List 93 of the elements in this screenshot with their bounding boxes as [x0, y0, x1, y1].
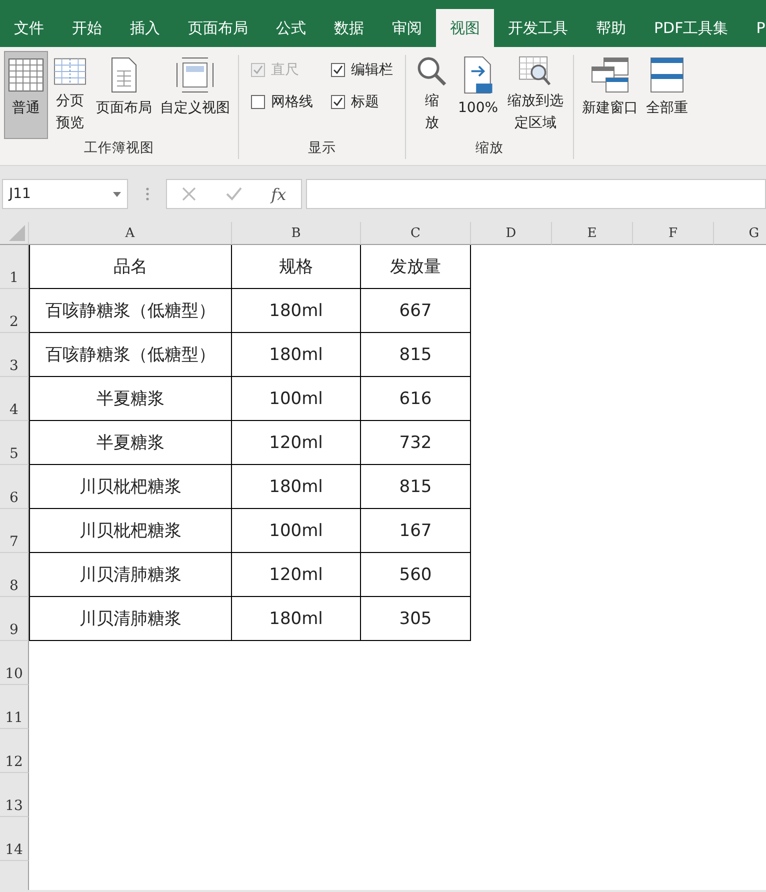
row-header[interactable]: 1 [0, 245, 29, 289]
row-header[interactable]: 13 [0, 773, 29, 817]
group-label: 缩放 [474, 139, 504, 158]
check-mark-icon [252, 64, 264, 76]
row-header[interactable]: 5 [0, 421, 29, 465]
formula-input[interactable] [306, 179, 766, 209]
ribbon-tab[interactable]: 页面布局 [174, 9, 262, 47]
ribbon-button[interactable]: 自定义视图 [156, 51, 234, 139]
arrange-windows-icon [650, 56, 684, 94]
table-cell: 半夏糖浆 [29, 377, 232, 421]
column-header[interactable]: A [29, 222, 232, 245]
table-cell: 100ml [232, 377, 361, 421]
table-cell: 品名 [29, 245, 232, 289]
table-cell: 半夏糖浆 [29, 421, 232, 465]
column-header[interactable]: E [552, 222, 633, 245]
checkbox[interactable]: 标题 [331, 93, 393, 111]
checkbox[interactable]: 编辑栏 [331, 61, 393, 79]
column-header[interactable]: C [361, 222, 471, 245]
ribbon-tab[interactable]: 公式 [262, 9, 320, 47]
group-label: 工作簿视图 [83, 139, 155, 158]
table-cell: 180ml [232, 333, 361, 377]
table-cell: 发放量 [361, 245, 471, 289]
table-cell: 百咳静糖浆（低糖型） [29, 289, 232, 333]
ribbon-tab[interactable]: 帮助 [582, 9, 640, 47]
ribbon-button[interactable]: 缩放 [410, 51, 454, 139]
select-all-icon[interactable] [9, 225, 25, 241]
check-mark-icon [332, 64, 344, 76]
check-icon[interactable] [226, 187, 242, 201]
ribbon-tab[interactable]: PDF工具集 [640, 9, 742, 47]
row-header[interactable]: 9 [0, 597, 29, 641]
ribbon-tab[interactable]: 视图 [436, 9, 494, 47]
new-window-icon [590, 56, 629, 94]
ribbon-button[interactable]: 全部重 [642, 51, 692, 139]
table-cell: 305 [361, 597, 471, 641]
ribbon-button[interactable]: 分页预览 [48, 51, 92, 139]
column-header[interactable]: F [633, 222, 714, 245]
column-header[interactable]: G [714, 222, 766, 245]
ribbon-tab[interactable]: 开始 [58, 9, 116, 47]
drag-handle-icon[interactable] [146, 187, 148, 201]
ribbon-tab[interactable]: 文件 [0, 9, 58, 47]
table-cell: 667 [361, 289, 471, 333]
row-header[interactable]: 3 [0, 333, 29, 377]
column-header[interactable]: B [232, 222, 361, 245]
table-cell: 180ml [232, 289, 361, 333]
table-cell: 180ml [232, 465, 361, 509]
cancel-icon[interactable] [182, 187, 196, 201]
row-header[interactable]: 8 [0, 553, 29, 597]
ribbon-tab[interactable]: 开发工具 [494, 9, 582, 47]
ribbon-button[interactable]: 新建窗口 [578, 51, 642, 139]
ribbon-tab[interactable]: 数据 [320, 9, 378, 47]
dropdown-caret-icon [113, 192, 121, 196]
table-cell: 815 [361, 333, 471, 377]
zoom-100-icon [461, 56, 496, 94]
table-cell: 616 [361, 377, 471, 421]
row-header[interactable]: 14 [0, 817, 29, 861]
table-cell: 560 [361, 553, 471, 597]
table-cell: 100ml [232, 509, 361, 553]
ribbon-tab[interactable]: 审阅 [378, 9, 436, 47]
name-box[interactable]: J11 [2, 179, 128, 209]
table-cell: 732 [361, 421, 471, 465]
table-cell: 规格 [232, 245, 361, 289]
table-cell: 川贝清肺糖浆 [29, 597, 232, 641]
row-header[interactable]: 4 [0, 377, 29, 421]
table-cell: 川贝枇杷糖浆 [29, 509, 232, 553]
table-cell: 川贝清肺糖浆 [29, 553, 232, 597]
table-cell: 120ml [232, 421, 361, 465]
custom-view-icon [176, 56, 214, 94]
table-cell: 120ml [232, 553, 361, 597]
ribbon-button[interactable]: 普通 [4, 51, 48, 139]
row-header[interactable]: 7 [0, 509, 29, 553]
table-cell: 180ml [232, 597, 361, 641]
ribbon-tab[interactable]: 插入 [116, 9, 174, 47]
ribbon-button[interactable]: 100% [454, 51, 502, 139]
table-cell: 815 [361, 465, 471, 509]
row-header[interactable]: 11 [0, 685, 29, 729]
grid-icon [8, 56, 44, 94]
checkbox[interactable]: 网格线 [251, 93, 313, 111]
row-header[interactable]: 12 [0, 729, 29, 773]
row-header[interactable]: 6 [0, 465, 29, 509]
group-label: 显示 [307, 139, 337, 158]
page-break-icon [52, 56, 88, 87]
check-mark-icon [332, 96, 344, 108]
ribbon-button[interactable]: 缩放到选定区域 [502, 51, 569, 139]
insert-function-button[interactable]: fx [271, 184, 286, 204]
ribbon-button[interactable]: 页面布局 [92, 51, 156, 139]
row-header[interactable]: 10 [0, 641, 29, 685]
ribbon-tab[interactable]: P [742, 9, 766, 47]
table-cell: 167 [361, 509, 471, 553]
table-cell: 川贝枇杷糖浆 [29, 465, 232, 509]
table-cell: 百咳静糖浆（低糖型） [29, 333, 232, 377]
page-icon [109, 56, 139, 94]
row-header[interactable]: 2 [0, 289, 29, 333]
column-header[interactable]: D [471, 222, 552, 245]
